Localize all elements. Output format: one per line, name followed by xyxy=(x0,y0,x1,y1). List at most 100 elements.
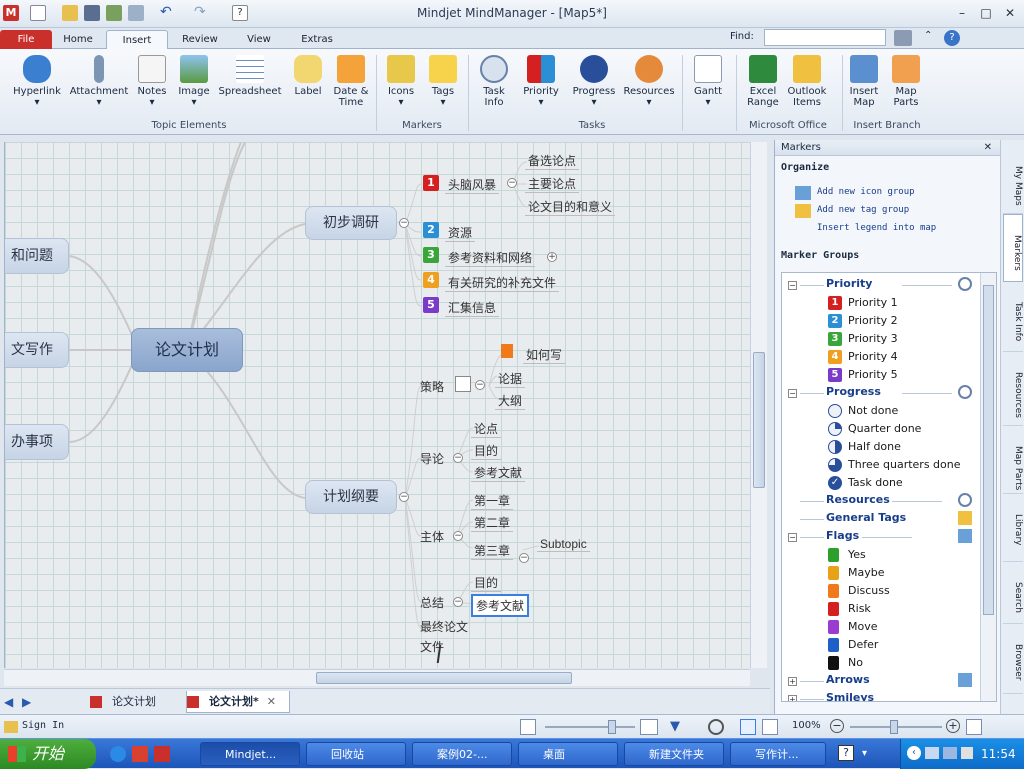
subtopic-brainstorm[interactable]: 头脑风暴 xyxy=(445,176,500,194)
subtopic-new[interactable]: Subtopic xyxy=(537,537,590,552)
collapse-group-icon[interactable]: − xyxy=(788,533,797,542)
tab-review[interactable]: Review xyxy=(174,30,226,49)
doc-tab-2[interactable]: 论文计划* ✕ xyxy=(186,691,290,713)
side-tab-markers[interactable]: Markers xyxy=(1003,214,1023,282)
subtopic-evidence[interactable]: 论据 xyxy=(495,370,526,388)
subtopic-main-thesis[interactable]: 主要论点 xyxy=(525,175,580,193)
zoom-out-icon[interactable]: − xyxy=(830,719,844,733)
expand-toggle[interactable]: + xyxy=(547,252,557,262)
expand-group-icon[interactable]: + xyxy=(788,695,797,701)
group-settings-icon[interactable] xyxy=(958,493,972,507)
collapse-toggle[interactable]: − xyxy=(453,453,463,463)
language-help-icon[interactable]: ? xyxy=(838,745,854,761)
zoom-slider-handle[interactable] xyxy=(890,720,898,734)
mindjet-quick-icon[interactable] xyxy=(154,746,170,762)
subtopic-conclusion-aim[interactable]: 目的 xyxy=(471,574,502,592)
side-tab-browser[interactable]: Browser xyxy=(1003,624,1023,694)
group-smileys[interactable]: Smileys xyxy=(826,691,874,701)
side-tab-map-parts[interactable]: Map Parts xyxy=(1003,426,1023,494)
tab-view[interactable]: View xyxy=(236,30,282,49)
group-resources[interactable]: Resources xyxy=(826,493,890,506)
collapse-toggle[interactable]: − xyxy=(453,597,463,607)
marker-groups-list[interactable]: − Priority 1 Priority 1 2 Priority 2 3 Prio… xyxy=(781,272,997,702)
gantt-button[interactable]: Gantt ▾ xyxy=(686,53,730,108)
collapse-ribbon-icon[interactable]: ⌃ xyxy=(924,30,938,46)
panel-scroll-thumb[interactable] xyxy=(983,285,994,615)
subtopic-collect-info[interactable]: 汇集信息 xyxy=(445,299,500,317)
expand-group-icon[interactable]: + xyxy=(788,677,797,686)
monitor-icon[interactable] xyxy=(943,747,957,759)
collapse-group-icon[interactable]: − xyxy=(788,389,797,398)
zoom-track[interactable] xyxy=(545,726,635,728)
outline-view-icon[interactable] xyxy=(762,719,778,735)
main-topic-left-1[interactable]: 和问题 xyxy=(5,238,69,274)
collapse-toggle[interactable]: − xyxy=(507,178,517,188)
subtopic-supplementary[interactable]: 有关研究的补充文件 xyxy=(445,274,560,292)
priority-button[interactable]: Priority ▾ xyxy=(516,53,566,108)
subtopic-body[interactable]: 主体 xyxy=(417,528,447,545)
filter-icon[interactable]: ▼ xyxy=(670,719,688,735)
group-flags[interactable]: Flags xyxy=(826,529,859,542)
tray-arrow-icon[interactable]: ‹ xyxy=(907,746,921,760)
side-tab-task-info[interactable]: Task Info xyxy=(1003,282,1023,352)
task-case-folder[interactable]: 案例02-... xyxy=(412,742,512,766)
add-marker-icon[interactable] xyxy=(958,529,972,543)
subtopic-resources[interactable]: 资源 xyxy=(445,224,476,242)
topic-edit-field[interactable]: 参考文献 xyxy=(471,594,530,617)
close-window-button[interactable]: ✕ xyxy=(1000,5,1020,21)
subtopic-bibliography[interactable]: 参考文献 xyxy=(471,464,526,482)
collapse-group-icon[interactable]: − xyxy=(788,281,797,290)
icons-button[interactable]: Icons ▾ xyxy=(380,53,422,108)
task-new-folder[interactable]: 新建文件夹 xyxy=(624,742,724,766)
subtopic-aim[interactable]: 目的 xyxy=(471,442,502,460)
vertical-scroll-thumb[interactable] xyxy=(753,352,765,488)
spreadsheet-button[interactable]: Spreadsheet xyxy=(216,53,284,97)
group-progress[interactable]: Progress xyxy=(826,385,881,398)
panel-scrollbar[interactable] xyxy=(980,273,996,701)
add-marker-icon[interactable] xyxy=(958,673,972,687)
horizontal-scroll-thumb[interactable] xyxy=(316,672,572,684)
image-button[interactable]: Image ▾ xyxy=(174,53,214,108)
binoculars-icon[interactable] xyxy=(894,30,912,46)
subtopic-purpose[interactable]: 论文目的和意义 xyxy=(525,198,616,216)
subtopic-how-to-write[interactable]: 如何写 xyxy=(523,346,566,364)
help-circle-icon[interactable]: ? xyxy=(944,30,960,46)
hyperlink-button[interactable]: Hyperlink ▾ xyxy=(6,53,68,108)
subtopic-strategy[interactable]: 策略 xyxy=(417,378,447,395)
subtopic-thesis[interactable]: 论点 xyxy=(471,420,502,438)
tab-insert[interactable]: Insert xyxy=(106,30,168,49)
date-time-button[interactable]: Date & Time xyxy=(330,53,372,108)
subtopic-chapter-3[interactable]: 第三章 xyxy=(471,542,514,560)
tab-extras[interactable]: Extras xyxy=(290,30,344,49)
forward-arrow-icon[interactable]: ▶ xyxy=(22,695,31,709)
map-canvas[interactable]: 论文计划 和问题 文写作 办事项 初步调研 − 计划纲要 − 1 头脑风暴 − … xyxy=(4,142,750,668)
layout-icon[interactable] xyxy=(708,719,724,735)
group-settings-icon[interactable] xyxy=(958,277,972,291)
subtopic-chapter-1[interactable]: 第一章 xyxy=(471,492,514,510)
insert-map-button[interactable]: Insert Map xyxy=(844,53,884,108)
progress-button[interactable]: Progress ▾ xyxy=(568,53,620,108)
task-desktop[interactable]: 桌面 xyxy=(518,742,618,766)
collapse-toggle[interactable]: − xyxy=(519,553,529,563)
task-recycle-bin[interactable]: 回收站 xyxy=(306,742,406,766)
subtopic-conclusion[interactable]: 总结 xyxy=(417,594,447,611)
outlook-items-button[interactable]: Outlook Items xyxy=(784,53,830,108)
tab-home[interactable]: Home xyxy=(56,30,100,49)
collapse-toggle[interactable]: − xyxy=(399,218,409,228)
fit-to-window-icon[interactable] xyxy=(966,719,982,735)
central-topic[interactable]: 论文计划 xyxy=(131,328,243,372)
tab-file[interactable]: File xyxy=(0,30,52,49)
back-arrow-icon[interactable]: ◀ xyxy=(4,695,13,709)
fit-map-icon[interactable] xyxy=(520,719,536,735)
subtopic-outline[interactable]: 大纲 xyxy=(495,392,526,410)
network-icon[interactable] xyxy=(925,747,939,759)
close-panel-icon[interactable]: ✕ xyxy=(984,142,992,153)
main-topic-research[interactable]: 初步调研 xyxy=(305,206,397,240)
clock[interactable]: 11:54 xyxy=(981,747,1016,761)
task-writing-plan[interactable]: 写作计... xyxy=(730,742,826,766)
group-settings-icon[interactable] xyxy=(958,385,972,399)
minimize-button[interactable]: – xyxy=(952,5,972,21)
label-button[interactable]: Label xyxy=(288,53,328,97)
group-arrows[interactable]: Arrows xyxy=(826,673,870,686)
collapse-toggle[interactable]: − xyxy=(453,531,463,541)
